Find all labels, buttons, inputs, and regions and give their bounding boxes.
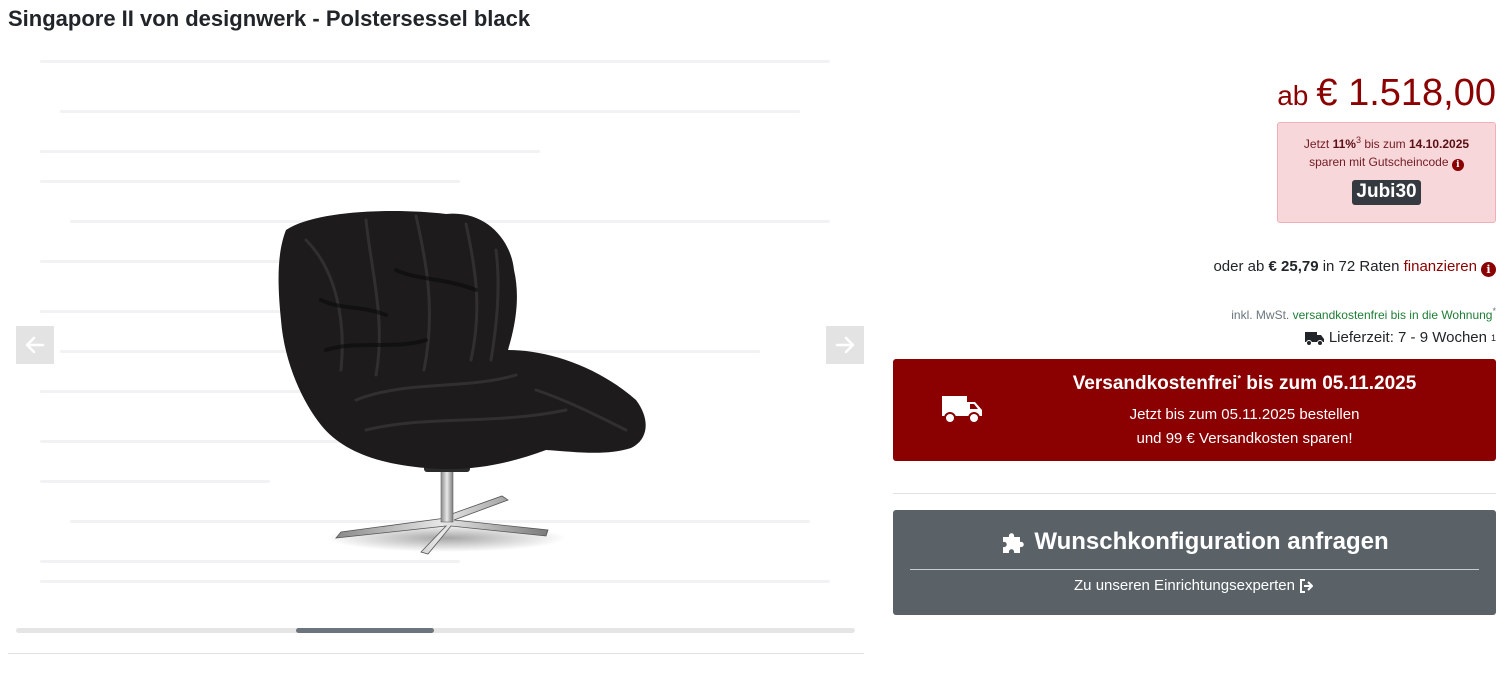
- truck-icon: [1304, 331, 1324, 346]
- coupon-percent: 11%: [1332, 137, 1356, 151]
- coupon-line2: sparen mit Gutscheincode i: [1278, 155, 1495, 171]
- config-title: Wunschkonfiguration anfragen: [893, 528, 1496, 556]
- background-line: [40, 180, 460, 183]
- gallery-prev-button[interactable]: [16, 326, 54, 364]
- background-line: [40, 480, 270, 483]
- price-prefix: ab: [1277, 80, 1309, 111]
- background-line: [60, 110, 800, 113]
- product-gallery: [16, 50, 864, 610]
- gallery-scrollbar[interactable]: [16, 628, 855, 633]
- armchair-image: [278, 211, 646, 555]
- free-shipping-banner[interactable]: Versandkostenfrei* bis zum 05.11.2025 Je…: [893, 359, 1496, 461]
- price: ab € 1.518,00: [1277, 72, 1496, 115]
- rate-amount: € 25,79: [1268, 258, 1319, 275]
- divider: [8, 653, 864, 654]
- promo-title: Versandkostenfrei* bis zum 05.11.2025: [1072, 373, 1417, 394]
- info-icon[interactable]: i: [1451, 159, 1464, 171]
- divider: [893, 493, 1496, 494]
- coupon-code-badge[interactable]: Jubi30: [1352, 180, 1421, 205]
- finance-link[interactable]: finanzieren: [1404, 258, 1477, 275]
- coupon-box: Jetzt 11%3 bis zum 14.10.2025 sparen mit…: [1277, 122, 1496, 223]
- background-line: [40, 580, 830, 583]
- tax-shipping-note: inkl. MwSt. versandkostenfrei bis in die…: [1231, 306, 1496, 323]
- info-icon[interactable]: i: [1481, 262, 1496, 277]
- coupon-line1: Jetzt 11%3 bis zum 14.10.2025: [1303, 135, 1470, 152]
- page-title: Singapore II von designwerk - Polsterses…: [8, 6, 531, 31]
- price-amount: € 1.518,00: [1316, 72, 1496, 114]
- background-line: [40, 150, 540, 153]
- free-shipping-link[interactable]: versandkostenfrei bis in die Wohnung: [1293, 308, 1493, 322]
- sign-out-icon: [1299, 578, 1313, 593]
- gallery-next-button[interactable]: [826, 326, 864, 364]
- financing-info: oder ab € 25,79 in 72 Raten finanzieren i: [1213, 258, 1496, 277]
- coupon-date: 14.10.2025: [1409, 137, 1470, 151]
- promo-subtitle: Jetzt bis zum 05.11.2025 bestellen und 9…: [1129, 406, 1360, 447]
- background-line: [40, 560, 460, 563]
- arrow-left-icon: [25, 336, 45, 354]
- request-configuration-button[interactable]: Wunschkonfiguration anfragen Zu unseren …: [893, 510, 1496, 615]
- config-subtitle: Zu unseren Einrichtungsexperten: [893, 577, 1496, 594]
- background-line: [40, 60, 830, 63]
- delivery-time: Lieferzeit: 7 - 9 Wochen 1: [1304, 329, 1496, 346]
- gallery-scroll-thumb[interactable]: [296, 628, 434, 633]
- arrow-right-icon: [835, 336, 855, 354]
- puzzle-icon: [1003, 533, 1025, 553]
- divider: [910, 569, 1479, 570]
